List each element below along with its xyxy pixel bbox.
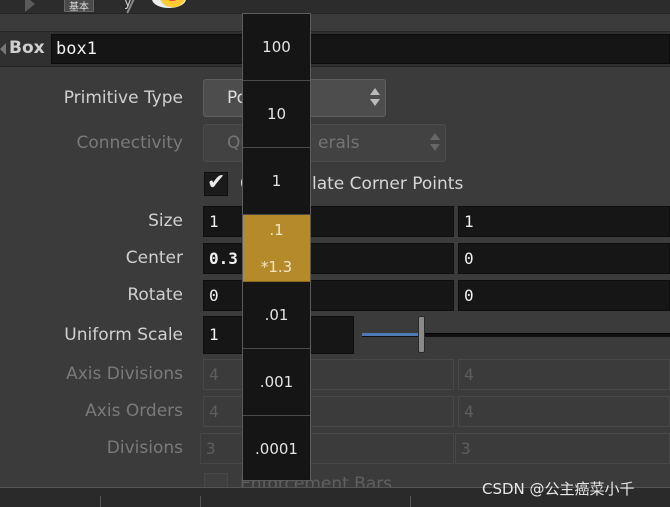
bottom-divider [100, 496, 101, 507]
ladder-rung[interactable]: .01 [243, 282, 310, 349]
updown-arrows-icon [370, 88, 380, 108]
center-z-field[interactable]: 0 [458, 243, 670, 274]
ladder-level: .1 [269, 221, 284, 239]
rotate-z-field[interactable]: 0 [458, 280, 670, 311]
node-name-value: box1 [56, 39, 97, 59]
axis-divisions-x-value: 4 [209, 365, 219, 384]
divisions-z-value: 3 [461, 439, 471, 458]
ladder-level: .0001 [255, 440, 298, 458]
axis-orders-x-value: 4 [209, 402, 219, 421]
size-z-field[interactable]: 1 [458, 206, 670, 237]
bottom-divider [200, 496, 201, 507]
ladder-level: 100 [262, 38, 291, 56]
ladder-rung[interactable]: 10 [243, 81, 310, 148]
axis-divisions-x-field[interactable]: 4 [203, 359, 454, 390]
updown-arrows-icon [430, 133, 440, 153]
axis-divisions-z-field[interactable]: 4 [458, 359, 670, 390]
axis-orders-label: Axis Orders [85, 401, 183, 421]
rotate-x-field[interactable]: 0 [203, 280, 454, 311]
rotate-x-value: 0 [209, 286, 219, 305]
rotate-z-value: 0 [464, 286, 474, 305]
primitive-type-label: Primitive Type [63, 88, 183, 108]
center-label: Center [125, 248, 183, 268]
divisions-x-field[interactable]: 3 [200, 433, 454, 464]
ladder-level: 1 [271, 172, 282, 190]
center-x-value: 0.3 [209, 249, 238, 268]
axis-divisions-label: Axis Divisions [66, 364, 183, 384]
tab-icon-text: 基本 [69, 2, 89, 13]
axis-orders-x-field[interactable]: 4 [203, 396, 454, 427]
watermark: CSDN @公主癌菜小千 [482, 480, 635, 498]
size-z-value: 1 [464, 212, 474, 231]
consolidate-label: late Corner Points [312, 174, 464, 194]
ladder-level: .001 [259, 373, 294, 391]
ladder-rung[interactable]: 1 [243, 148, 310, 215]
connectivity-dropdown[interactable]: Qu erals [203, 124, 446, 162]
play-arrow-icon[interactable] [25, 0, 35, 12]
connectivity-value-tail: erals [318, 133, 360, 153]
tab-icon[interactable]: 基本 [64, 0, 94, 13]
center-x-field[interactable]: 0.3 [203, 243, 454, 274]
node-name-input[interactable]: box1 [51, 34, 670, 64]
consolidate-checkbox[interactable]: ✔ [204, 170, 228, 196]
ladder-rung[interactable]: *1.3 .1 [243, 215, 310, 282]
size-label: Size [148, 211, 183, 231]
ladder-multiplier: *1.3 [260, 258, 293, 276]
uniform-scale-label: Uniform Scale [64, 325, 183, 345]
node-type-label: Box [9, 38, 45, 58]
ladder-level: 10 [266, 105, 287, 123]
divisions-x-value: 3 [206, 439, 216, 458]
ladder-level: .01 [264, 306, 289, 324]
toolbar-strip [0, 0, 670, 14]
divisions-z-field[interactable]: 3 [455, 433, 670, 464]
slider-handle[interactable] [417, 316, 425, 353]
axis-orders-z-value: 4 [464, 402, 474, 421]
divisions-label: Divisions [106, 438, 183, 458]
value-ladder[interactable]: 100 10 1 *1.3 .1 .01 .001 .0001 [242, 13, 311, 481]
ladder-rung[interactable]: .001 [243, 349, 310, 416]
size-x-value: 1 [209, 212, 219, 231]
slider-fill [362, 333, 421, 336]
axis-orders-z-field[interactable]: 4 [458, 396, 670, 427]
checkmark-icon: ✔ [207, 170, 226, 195]
ladder-rung[interactable]: 100 [243, 14, 310, 81]
bottom-divider [410, 496, 411, 507]
rotate-label: Rotate [127, 285, 183, 305]
axis-divisions-z-value: 4 [464, 365, 474, 384]
connectivity-label: Connectivity [76, 133, 183, 153]
collapse-chevron-icon[interactable] [0, 43, 6, 55]
uniform-scale-value: 1 [209, 325, 219, 344]
ladder-rung[interactable]: .0001 [243, 416, 310, 483]
center-z-value: 0 [464, 249, 474, 268]
size-x-field[interactable]: 1 [203, 206, 454, 237]
